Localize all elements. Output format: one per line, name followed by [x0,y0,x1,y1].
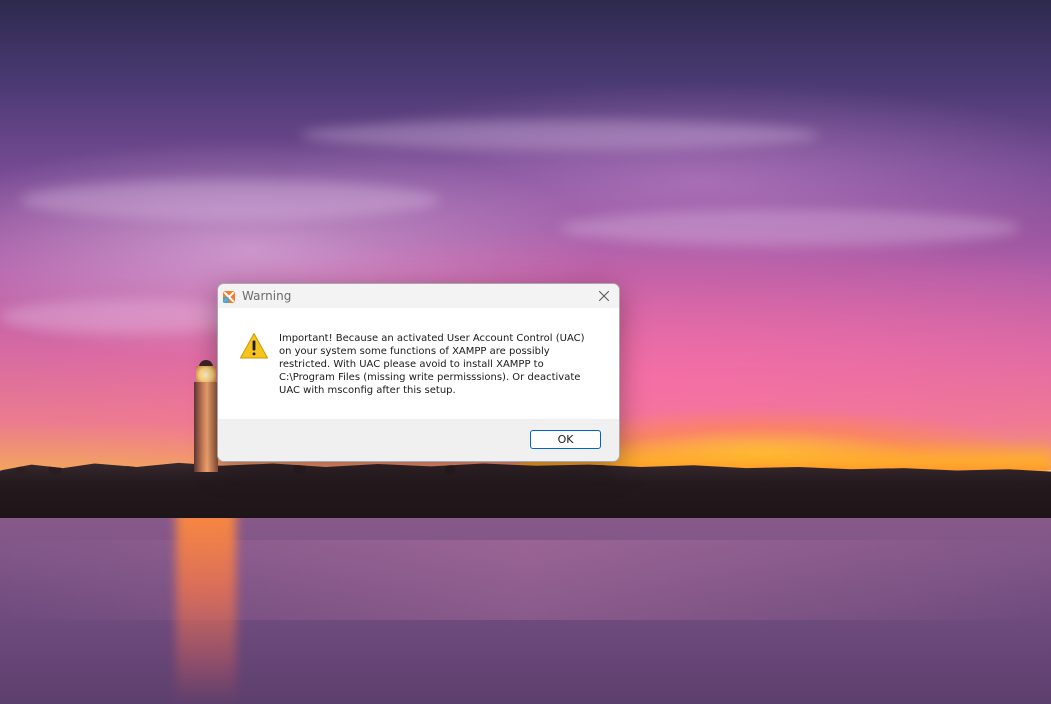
desktop: Warning Important! Because an activated … [0,0,1051,704]
close-icon [598,287,610,306]
dialog-footer: OK [218,419,619,461]
warning-triangle-icon [239,332,269,360]
lighthouse-tower [194,382,218,472]
wallpaper-rocks [0,462,1051,518]
ok-button[interactable]: OK [530,430,601,449]
water-sheen [0,540,1051,620]
xampp-icon [222,289,236,303]
dialog-title: Warning [242,289,292,303]
cloud-streak [560,210,1020,246]
lighthouse-reflection [176,510,236,704]
cloud-streak [20,180,440,220]
warning-message: Important! Because an activated User Acc… [279,333,585,396]
close-button[interactable] [589,284,619,308]
warning-dialog: Warning Important! Because an activated … [217,283,620,462]
cloud-streak [300,120,820,150]
dialog-titlebar[interactable]: Warning [218,284,619,308]
dialog-content: Important! Because an activated User Acc… [218,308,619,419]
